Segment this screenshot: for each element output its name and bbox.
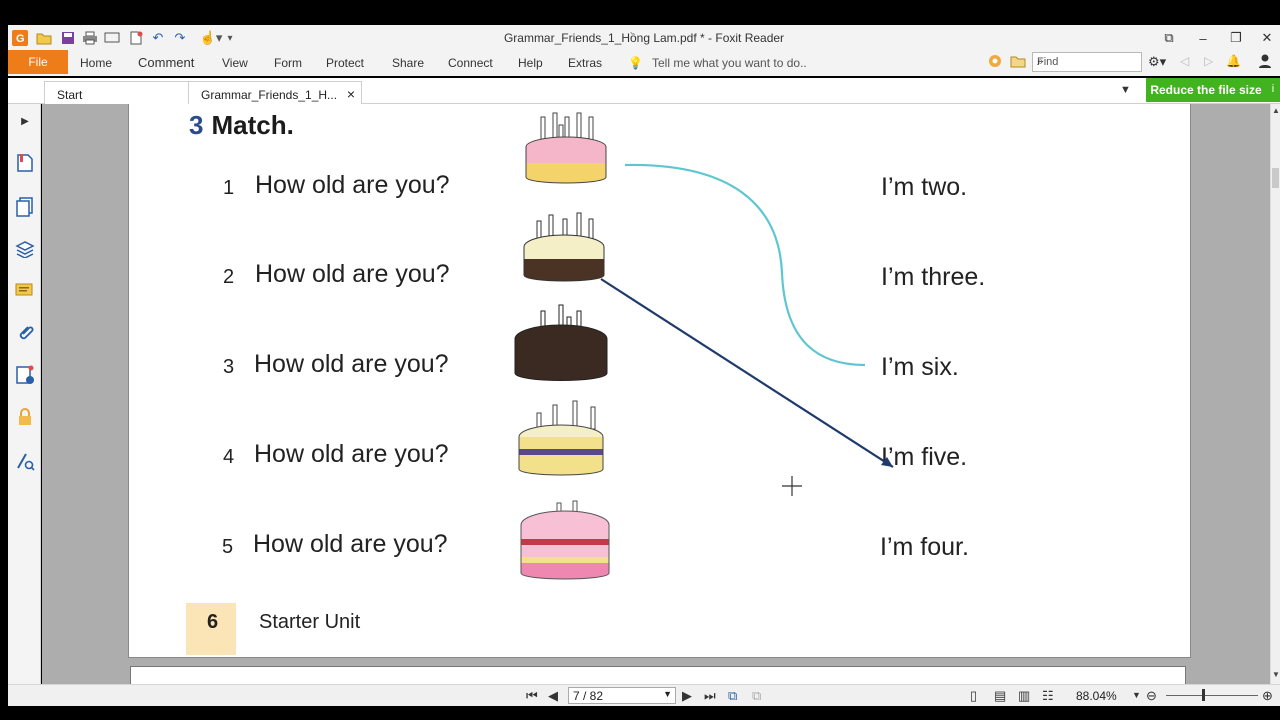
bookmarks-icon[interactable]: [14, 152, 36, 174]
continuous-facing-view-icon[interactable]: ☷: [1042, 688, 1054, 704]
restore-layout-icon[interactable]: ⧉: [1154, 28, 1184, 48]
tab-start-label: Start: [57, 88, 83, 102]
page-dropdown-icon[interactable]: ▼: [663, 689, 672, 699]
content-search-icon[interactable]: [14, 450, 36, 472]
pdf-page[interactable]: 3 Match. 1 How old are you? 2 How old are…: [128, 104, 1191, 658]
single-page-view-icon[interactable]: ▯: [970, 688, 977, 704]
zoom-out-icon[interactable]: ⊖: [1146, 688, 1157, 704]
find-input[interactable]: Find ⌕: [1032, 52, 1142, 72]
forward-arrow-icon[interactable]: ▷: [1204, 54, 1213, 68]
search-folder-icon[interactable]: [1010, 54, 1026, 71]
page-indicator: 7 / 82: [573, 689, 604, 703]
tab-list-dropdown-icon[interactable]: ▼: [1120, 84, 1131, 96]
notification-bell-icon[interactable]: 🔔: [1226, 54, 1241, 68]
user-account-icon[interactable]: [1258, 53, 1272, 72]
signatures-icon[interactable]: [14, 364, 36, 386]
expand-panel-icon[interactable]: ▶: [14, 110, 36, 132]
facing-view-icon[interactable]: ▥: [1018, 688, 1030, 704]
crosshair-cursor-icon: [782, 476, 802, 496]
layers-icon[interactable]: [14, 238, 36, 260]
bottom-letterbox: [0, 706, 1280, 720]
document-viewer[interactable]: 3 Match. 1 How old are you? 2 How old are…: [42, 104, 1270, 684]
title-bar: G ↶ ↷ ☝▾ ▾ Grammar_Friends_1_Hồng Lam.pd…: [8, 25, 1280, 50]
next-view-icon[interactable]: ⧉: [752, 688, 761, 704]
document-tab-row: Start Grammar_Friends_1_H... × ▼ Reduce …: [8, 78, 1280, 104]
top-letterbox: [0, 0, 1280, 25]
vertical-scrollbar[interactable]: ▲ ▼: [1270, 104, 1280, 684]
menu-share[interactable]: Share: [392, 56, 424, 70]
match-line-cake2-to-five: [600, 278, 894, 468]
menu-extras[interactable]: Extras: [568, 56, 602, 70]
comments-icon[interactable]: [14, 280, 36, 302]
menu-form[interactable]: Form: [274, 56, 302, 70]
tab-close-icon[interactable]: ×: [347, 86, 355, 102]
lightbulb-icon: 💡: [628, 56, 643, 70]
page-number-input[interactable]: 7 / 82 ▼: [568, 687, 676, 704]
unit-label: Starter Unit: [259, 611, 361, 633]
next-page-icon[interactable]: ▶: [682, 688, 692, 704]
scrollbar-thumb[interactable]: [1272, 168, 1279, 188]
foxit-reader-window: G ↶ ↷ ☝▾ ▾ Grammar_Friends_1_Hồng Lam.pd…: [0, 0, 1280, 720]
zoom-dropdown-icon[interactable]: ▼: [1132, 690, 1141, 700]
reduce-file-size-button[interactable]: Reduce the file size: [1146, 78, 1266, 102]
zoom-slider[interactable]: [1166, 695, 1258, 696]
previous-view-icon[interactable]: ⧉: [728, 688, 737, 704]
status-bar: ⏮ ◀ 7 / 82 ▼ ▶ ⏭ ⧉ ⧉ ▯ ▤ ▥ ☷ 88.04% ▼ ⊖ …: [8, 684, 1280, 706]
last-page-icon[interactable]: ⏭: [704, 688, 716, 704]
tab-document[interactable]: Grammar_Friends_1_H... ×: [188, 81, 362, 104]
match-line-cake1-to-six: [624, 163, 866, 367]
tab-document-label: Grammar_Friends_1_H...: [201, 88, 338, 102]
scroll-up-icon[interactable]: ▲: [1272, 106, 1280, 115]
minimize-button[interactable]: –: [1188, 28, 1218, 48]
security-lock-icon[interactable]: [14, 406, 36, 428]
previous-page-icon[interactable]: ◀: [548, 688, 558, 704]
menu-protect[interactable]: Protect: [326, 56, 364, 70]
file-tab[interactable]: File: [8, 50, 68, 74]
tab-start[interactable]: Start: [44, 81, 190, 104]
tell-me-search[interactable]: Tell me what you want to do..: [652, 56, 807, 70]
favorite-icon[interactable]: [988, 54, 1002, 71]
search-icon[interactable]: ⌕: [1037, 54, 1138, 69]
first-page-icon[interactable]: ⏮: [526, 688, 538, 704]
ribbon-menu: File Home Comment View Form Protect Shar…: [8, 50, 1280, 76]
match-lines-overlay: [600, 163, 894, 496]
zoom-slider-thumb[interactable]: [1202, 689, 1205, 701]
attachments-icon[interactable]: [14, 322, 36, 344]
zoom-in-icon[interactable]: ⊕: [1262, 688, 1273, 704]
zoom-level[interactable]: 88.04%: [1076, 689, 1117, 703]
maximize-button[interactable]: ❐: [1221, 28, 1251, 48]
reduce-info-icon[interactable]: i: [1266, 78, 1280, 102]
menu-comment[interactable]: Comment: [138, 55, 194, 70]
navigation-panel: ▶: [8, 104, 41, 684]
arrowhead-icon: [881, 457, 893, 467]
window-title: Grammar_Friends_1_Hồng Lam.pdf * - Foxit…: [503, 31, 785, 45]
back-arrow-icon[interactable]: ◁: [1180, 54, 1189, 68]
menu-help[interactable]: Help: [518, 56, 543, 70]
page-number: 6: [207, 611, 219, 633]
continuous-view-icon[interactable]: ▤: [994, 688, 1006, 704]
pages-thumbnail-icon[interactable]: [14, 196, 36, 218]
next-pdf-page[interactable]: [130, 666, 1186, 684]
menu-connect[interactable]: Connect: [448, 56, 493, 70]
scroll-down-icon[interactable]: ▼: [1272, 670, 1280, 679]
settings-gear-icon[interactable]: ⚙▾: [1148, 54, 1166, 70]
menu-view[interactable]: View: [222, 56, 248, 70]
menu-home[interactable]: Home: [80, 56, 112, 70]
close-button[interactable]: ✕: [1252, 28, 1280, 48]
